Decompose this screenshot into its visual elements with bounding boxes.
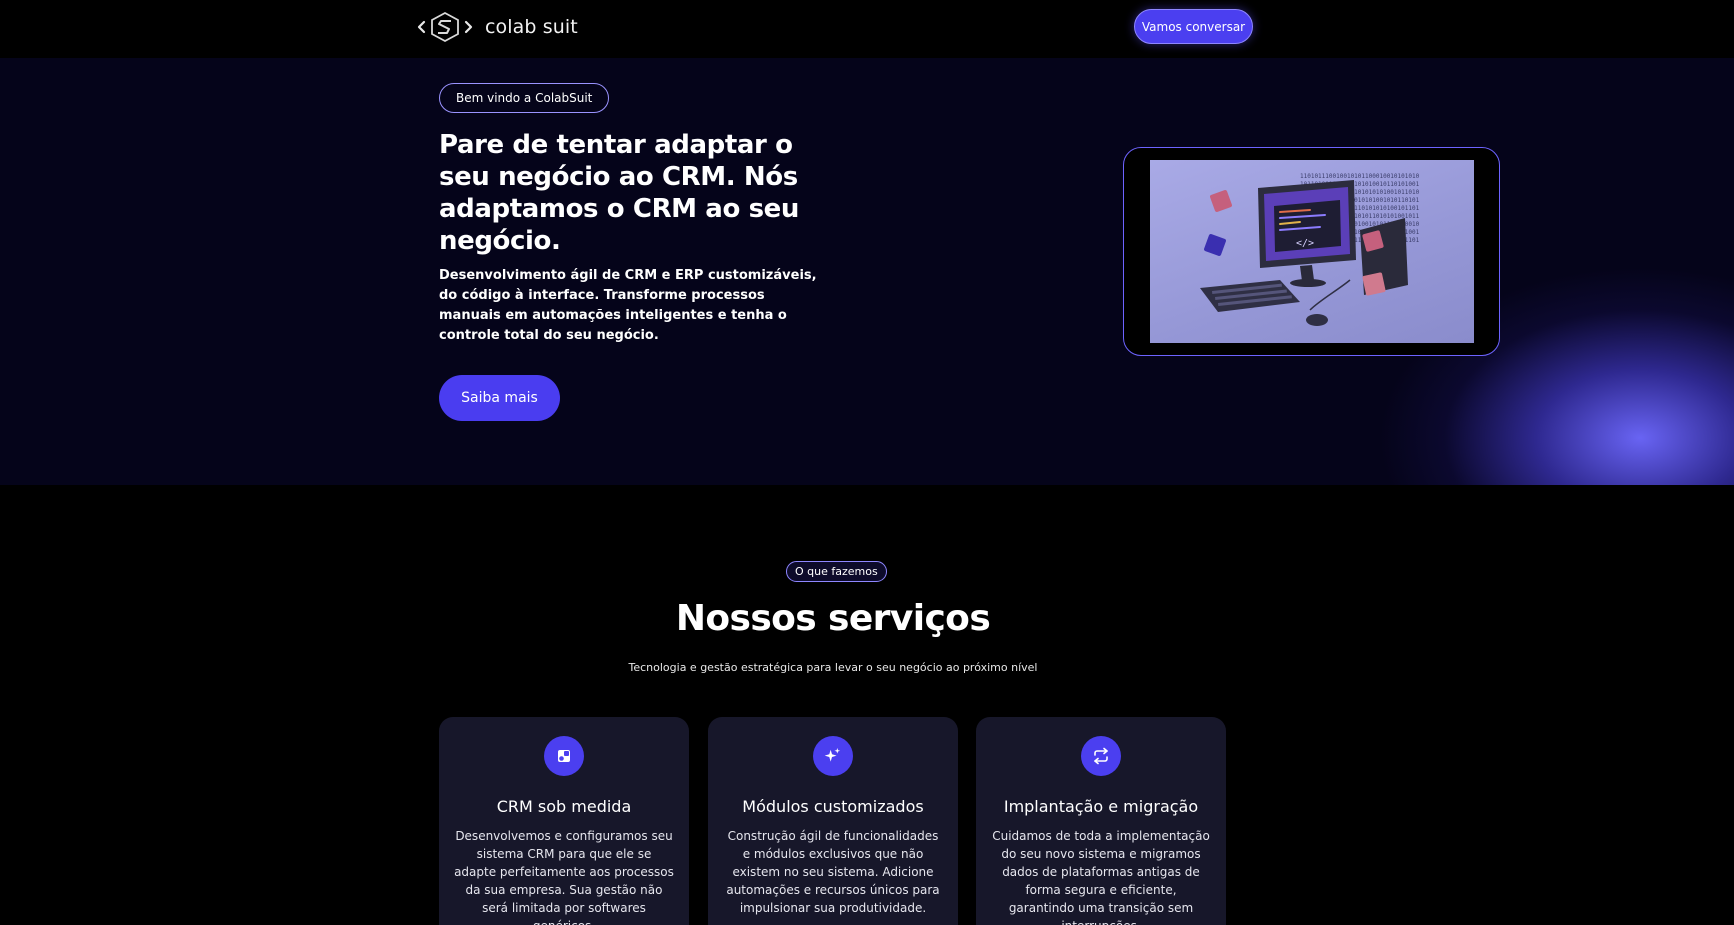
welcome-badge: Bem vindo a ColabSuit	[439, 83, 610, 113]
site-header: colab suit Vamos conversar	[0, 0, 1734, 58]
computer-illustration: 110101110010010101100010010101010 101101…	[1150, 160, 1474, 343]
logo-icon	[417, 11, 473, 43]
svg-text:</>: </>	[1296, 238, 1314, 249]
card-text: Desenvolvemos e configuramos seu sistema…	[454, 829, 674, 925]
brand-name: colab suit	[485, 16, 578, 38]
computer-illustration-icon: 110101110010010101100010010101010 101101…	[1200, 173, 1420, 326]
hero-section: Bem vindo a ColabSuit Pare de tentar ada…	[0, 58, 1734, 485]
hero-title: Pare de tentar adaptar o seu negócio ao …	[439, 130, 799, 256]
card-title: Módulos customizados	[742, 797, 924, 816]
card-text: Construção ágil de funcionalidades e mód…	[726, 829, 940, 915]
lets-talk-button[interactable]: Vamos conversar	[1134, 9, 1253, 44]
service-card-modules[interactable]: Módulos customizados Construção ágil de …	[708, 717, 958, 925]
card-text: Cuidamos de toda a implementação do seu …	[992, 829, 1210, 925]
services-title: Nossos serviços	[675, 598, 991, 639]
shapes-icon	[544, 736, 584, 776]
svg-text:110101110010010101100010010101: 110101110010010101100010010101010	[1300, 173, 1420, 180]
repeat-icon	[1081, 736, 1121, 776]
card-title: Implantação e migração	[1003, 797, 1199, 816]
hero-description: Desenvolvimento ágil de CRM e ERP custom…	[439, 268, 817, 343]
sparkles-icon	[813, 736, 853, 776]
hero-image-frame: 110101110010010101100010010101010 101101…	[1123, 147, 1500, 356]
services-subtitle: Tecnologia e gestão estratégica para lev…	[628, 661, 1038, 674]
service-card-migration[interactable]: Implantação e migração Cuidamos de toda …	[976, 717, 1226, 925]
brand-logo[interactable]: colab suit	[415, 9, 578, 45]
learn-more-button[interactable]: Saiba mais	[439, 375, 560, 421]
service-card-crm[interactable]: CRM sob medida Desenvolvemos e configura…	[439, 717, 689, 925]
card-title: CRM sob medida	[496, 797, 632, 816]
services-badge: O que fazemos	[786, 561, 887, 582]
